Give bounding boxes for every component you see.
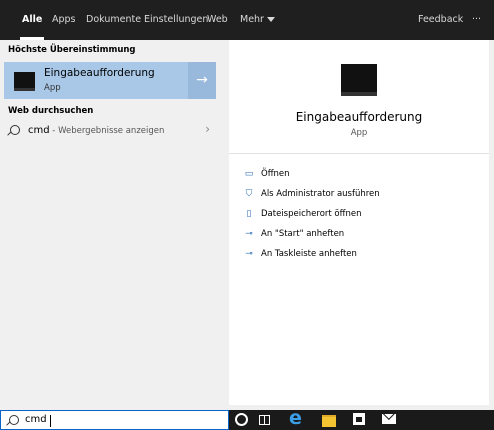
action-pin-start[interactable]: ⊸ An "Start" anheften — [243, 225, 344, 243]
chevron-right-icon: › — [205, 122, 210, 136]
search-input[interactable]: cmd — [25, 414, 47, 425]
search-icon — [9, 415, 19, 425]
action-open-file-location[interactable]: ▯ Dateispeicherort öffnen — [243, 205, 362, 223]
run-as-admin-icon: ⛉ — [245, 189, 253, 199]
command-prompt-icon — [14, 72, 35, 91]
feedback-button[interactable]: Feedback — [418, 0, 463, 40]
action-pin-taskbar-label: An Taskleiste anheften — [261, 249, 357, 259]
action-run-as-admin-label: Als Administrator ausführen — [261, 189, 380, 199]
more-options-icon[interactable]: ··· — [472, 0, 481, 40]
action-open-label: Öffnen — [261, 169, 290, 179]
web-suffix: - Webergebnisse anzeigen — [49, 126, 165, 136]
expand-arrow-icon[interactable]: → — [188, 62, 216, 99]
file-explorer-icon[interactable] — [322, 415, 336, 427]
preview-title: Eingabeaufforderung — [295, 110, 423, 124]
search-icon — [10, 125, 20, 135]
web-search-text: cmd - Webergebnisse anzeigen — [28, 125, 164, 136]
web-search-result[interactable]: cmd - Webergebnisse anzeigen › — [4, 120, 216, 142]
best-match-result[interactable]: Eingabeaufforderung App — [4, 62, 188, 99]
edge-icon[interactable]: e — [289, 408, 302, 428]
search-box[interactable]: cmd — [0, 410, 229, 430]
preview-pane: Eingabeaufforderung App ▭ Öffnen ⛉ Als Adm… — [229, 40, 494, 410]
tab-dokumente[interactable]: Dokumente — [86, 0, 141, 40]
action-pin-start-label: An "Start" anheften — [261, 229, 345, 239]
cortana-icon[interactable] — [235, 413, 248, 426]
best-match-title: Eingabeaufforderung — [44, 67, 155, 79]
best-match-subtitle: App — [44, 83, 61, 93]
tab-einstellungen[interactable]: Einstellungen — [144, 0, 208, 40]
command-prompt-large-icon — [341, 64, 377, 96]
open-icon: ▭ — [244, 169, 254, 179]
divider — [229, 153, 489, 154]
task-view-icon[interactable] — [259, 414, 270, 425]
web-search-heading: Web durchsuchen — [8, 106, 94, 116]
search-filter-bar: Alle Apps Dokumente Einstellungen Web Me… — [0, 0, 494, 40]
pin-icon: ⊸ — [245, 249, 253, 259]
preview-card: Eingabeaufforderung App ▭ Öffnen ⛉ Als Adm… — [229, 40, 489, 405]
taskbar: e — [229, 408, 494, 430]
action-open[interactable]: ▭ Öffnen — [243, 165, 290, 183]
tab-apps[interactable]: Apps — [52, 0, 76, 40]
web-query: cmd — [28, 125, 50, 136]
store-icon[interactable] — [353, 413, 365, 425]
tab-mehr[interactable]: Mehr — [240, 0, 275, 40]
mail-icon[interactable] — [382, 414, 396, 424]
pin-icon: ⊸ — [245, 229, 253, 239]
text-cursor — [50, 415, 51, 427]
tab-alle[interactable]: Alle — [19, 0, 45, 40]
action-open-file-location-label: Dateispeicherort öffnen — [261, 209, 362, 219]
action-run-as-admin[interactable]: ⛉ Als Administrator ausführen — [243, 185, 380, 203]
action-pin-taskbar[interactable]: ⊸ An Taskleiste anheften — [243, 245, 357, 263]
results-pane: Höchste Übereinstimmung Eingabeaufforder… — [0, 40, 229, 410]
best-match-heading: Höchste Übereinstimmung — [8, 45, 136, 55]
tab-mehr-label: Mehr — [240, 14, 264, 25]
chevron-down-icon — [266, 17, 275, 22]
tab-web[interactable]: Web — [207, 0, 228, 40]
preview-type: App — [350, 128, 368, 138]
file-location-icon: ▯ — [246, 209, 252, 219]
